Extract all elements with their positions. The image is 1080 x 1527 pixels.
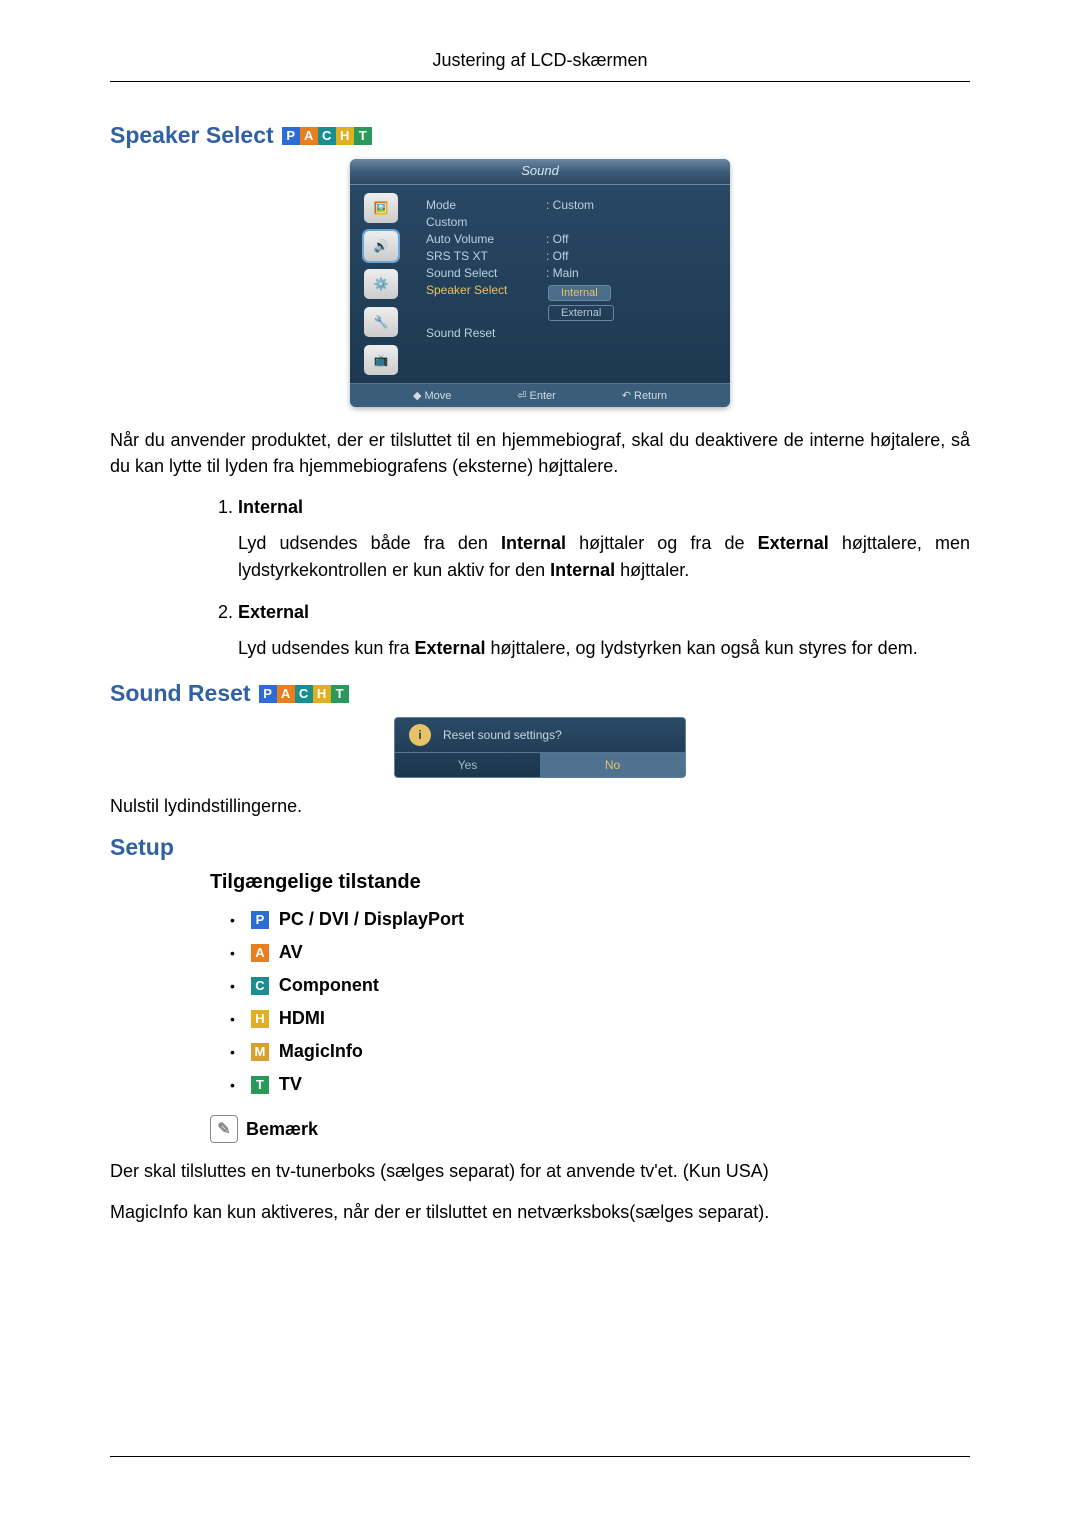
osd-option-internal: Internal bbox=[548, 285, 611, 301]
osd-question: Reset sound settings? bbox=[443, 728, 562, 742]
badge-c-icon: C bbox=[295, 685, 313, 703]
mode-pc: P PC / DVI / DisplayPort bbox=[230, 909, 970, 930]
speaker-select-list: Internal Lyd udsendes både fra den Inter… bbox=[210, 497, 970, 662]
note-heading: ✎ Bemærk bbox=[210, 1115, 970, 1143]
badge-m-icon: M bbox=[251, 1043, 269, 1061]
badge-a-icon: A bbox=[300, 127, 318, 145]
badge-h-icon: H bbox=[251, 1010, 269, 1028]
badge-a-icon: A bbox=[277, 685, 295, 703]
sound-reset-body: Nulstil lydindstillingerne. bbox=[110, 793, 970, 819]
info-icon: i bbox=[409, 724, 431, 746]
heading-setup: Setup bbox=[110, 834, 970, 861]
mode-badges: P A C H T bbox=[259, 685, 349, 703]
side-icon-setup: ⚙️ bbox=[364, 269, 398, 299]
badge-t-icon: T bbox=[331, 685, 349, 703]
osd-row-label: Auto Volume bbox=[426, 232, 546, 246]
osd-row-value: : Custom bbox=[546, 198, 594, 212]
osd-row-value: : Off bbox=[546, 232, 568, 246]
li-title: External bbox=[238, 602, 970, 623]
note-body-1: Der skal tilsluttes en tv-tunerboks (sæl… bbox=[110, 1158, 970, 1184]
osd-btn-no: No bbox=[540, 753, 685, 777]
osd-row-label: Sound Reset bbox=[426, 326, 546, 340]
modes-list: P PC / DVI / DisplayPort A AV C Componen… bbox=[230, 909, 970, 1095]
osd-reset-dialog: i Reset sound settings? Yes No bbox=[394, 717, 686, 778]
mode-component: C Component bbox=[230, 975, 970, 996]
osd-title: Sound bbox=[350, 159, 730, 185]
mode-magicinfo: M MagicInfo bbox=[230, 1041, 970, 1062]
page-header: Justering af LCD-skærmen bbox=[110, 50, 970, 82]
osd-sound-menu: Sound 🖼️ 🔊 ⚙️ 🔧 📺 Mode: Custom Custom Au… bbox=[350, 159, 730, 407]
osd-row-label: SRS TS XT bbox=[426, 249, 546, 263]
mode-tv: T TV bbox=[230, 1074, 970, 1095]
note-body-2: MagicInfo kan kun aktiveres, når der er … bbox=[110, 1199, 970, 1225]
heading-speaker-select: Speaker Select P A C H T bbox=[110, 122, 970, 149]
li-body: Lyd udsendes både fra den Internal højtt… bbox=[238, 530, 970, 584]
badge-t-icon: T bbox=[251, 1076, 269, 1094]
li-title: Internal bbox=[238, 497, 970, 518]
badge-h-icon: H bbox=[336, 127, 354, 145]
badge-p-icon: P bbox=[251, 911, 269, 929]
badge-c-icon: C bbox=[318, 127, 336, 145]
osd-row-label: Mode bbox=[426, 198, 546, 212]
list-item-external: External Lyd udsendes kun fra External h… bbox=[238, 602, 970, 662]
subheading-modes: Tilgængelige tilstande bbox=[210, 871, 970, 894]
badge-c-icon: C bbox=[251, 977, 269, 995]
footer-rule bbox=[110, 1456, 970, 1457]
li-body: Lyd udsendes kun fra External højttalere… bbox=[238, 635, 970, 662]
list-item-internal: Internal Lyd udsendes både fra den Inter… bbox=[238, 497, 970, 584]
osd-side-icons: 🖼️ 🔊 ⚙️ 🔧 📺 bbox=[350, 185, 412, 383]
side-icon-sound: 🔊 bbox=[364, 231, 398, 261]
note-icon: ✎ bbox=[210, 1115, 238, 1143]
badge-t-icon: T bbox=[354, 127, 372, 145]
osd-row-value: : Off bbox=[546, 249, 568, 263]
osd-btn-yes: Yes bbox=[395, 753, 540, 777]
osd-footer-move: ◆ Move bbox=[413, 389, 451, 402]
badge-h-icon: H bbox=[313, 685, 331, 703]
osd-footer-return: ↶ Return bbox=[622, 389, 667, 402]
speaker-select-intro: Når du anvender produktet, der er tilslu… bbox=[110, 427, 970, 479]
mode-av: A AV bbox=[230, 942, 970, 963]
osd-row-value: : Main bbox=[546, 266, 579, 280]
heading-text: Setup bbox=[110, 834, 174, 861]
side-icon-multi: 🔧 bbox=[364, 307, 398, 337]
badge-a-icon: A bbox=[251, 944, 269, 962]
badge-p-icon: P bbox=[282, 127, 300, 145]
osd-row-label: Sound Select bbox=[426, 266, 546, 280]
side-icon-input: 📺 bbox=[364, 345, 398, 375]
osd-row-label-selected: Speaker Select bbox=[426, 283, 546, 323]
heading-sound-reset: Sound Reset P A C H T bbox=[110, 680, 970, 707]
badge-p-icon: P bbox=[259, 685, 277, 703]
osd-row-label: Custom bbox=[426, 215, 546, 229]
mode-badges: P A C H T bbox=[282, 127, 372, 145]
side-icon-picture: 🖼️ bbox=[364, 193, 398, 223]
heading-text: Speaker Select bbox=[110, 122, 274, 149]
osd-footer-enter: ⏎ Enter bbox=[517, 389, 556, 402]
heading-text: Sound Reset bbox=[110, 680, 251, 707]
mode-hdmi: H HDMI bbox=[230, 1008, 970, 1029]
osd-option-external: External bbox=[548, 305, 614, 321]
